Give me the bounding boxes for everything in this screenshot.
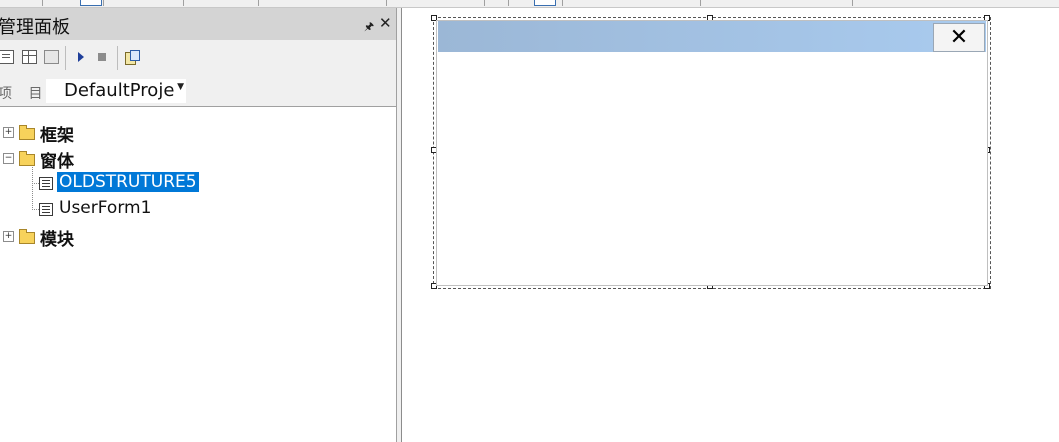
toolbar-divider	[562, 0, 563, 6]
stop-button[interactable]	[93, 48, 111, 66]
toggle-folders-icon	[43, 50, 59, 64]
toolbar-separator	[65, 46, 66, 70]
project-dropdown-value: DefaultProject	[64, 80, 174, 101]
project-label: 项 目	[0, 86, 49, 102]
explorer-toolbar	[0, 40, 396, 78]
chevron-down-icon: ▼	[177, 82, 184, 92]
form-designer: ✕	[401, 8, 1059, 442]
toggle-folders-button[interactable]	[42, 48, 60, 66]
tree-node-frames[interactable]: 框架	[40, 121, 74, 146]
toolbar-divider	[183, 0, 184, 6]
toolbar-divider	[508, 0, 509, 6]
toolbar-divider	[386, 0, 387, 6]
run-button[interactable]	[72, 48, 90, 66]
project-row: 项 目 DefaultProject ▼	[0, 78, 396, 107]
tree-connector	[32, 183, 39, 184]
tree-node-modules[interactable]: 模块	[40, 225, 74, 250]
form-titlebar: ✕	[438, 21, 986, 52]
close-icon[interactable]: ✕	[379, 14, 392, 32]
properties-button[interactable]	[123, 48, 141, 66]
view-object-icon	[21, 50, 37, 64]
view-code-button[interactable]	[0, 48, 15, 66]
expand-icon[interactable]: +	[3, 231, 14, 242]
toolbar-button[interactable]	[534, 0, 556, 6]
collapse-icon[interactable]: −	[3, 153, 14, 164]
toolbar-separator	[117, 46, 118, 70]
toolbar-divider	[42, 0, 43, 6]
toolbar-divider	[852, 0, 853, 6]
tree-node-forms[interactable]: 窗体	[40, 147, 74, 172]
folder-icon	[19, 229, 35, 244]
folder-icon	[19, 125, 35, 140]
panel-header: 管理面板 🖈 ✕	[0, 8, 396, 40]
close-icon: ✕	[949, 24, 969, 50]
project-explorer-panel: 管理面板 🖈 ✕ 项 目 DefaultProject ▼	[0, 8, 397, 442]
form-icon	[39, 203, 53, 216]
userform-canvas[interactable]: ✕	[436, 20, 988, 286]
stop-icon	[98, 53, 106, 61]
run-icon	[78, 52, 84, 62]
tree-connector	[32, 209, 39, 210]
toolbar-divider	[484, 0, 485, 6]
tree-node-form[interactable]: UserForm1	[57, 198, 153, 218]
properties-icon	[125, 50, 140, 65]
toolbar-divider	[103, 0, 104, 6]
form-close-button[interactable]: ✕	[933, 23, 985, 52]
toolbar-divider	[258, 0, 259, 6]
tree-node-form-selected[interactable]: OLDSTRUTURE5	[57, 172, 199, 192]
folder-icon	[19, 151, 35, 166]
toolbar-button[interactable]	[80, 0, 102, 6]
view-object-button[interactable]	[20, 48, 38, 66]
top-toolbar-strip	[0, 0, 1059, 8]
form-icon	[39, 177, 53, 190]
panel-title: 管理面板	[0, 17, 70, 38]
view-code-icon	[0, 50, 14, 64]
toolbar-divider	[700, 0, 701, 6]
project-dropdown[interactable]: DefaultProject ▼	[46, 79, 186, 103]
project-tree: + 框架 − 窗体 OLDSTRUTURE5 UserForm1 + 模块	[0, 107, 396, 442]
pin-icon[interactable]: 🖈	[364, 18, 374, 37]
expand-icon[interactable]: +	[3, 127, 14, 138]
